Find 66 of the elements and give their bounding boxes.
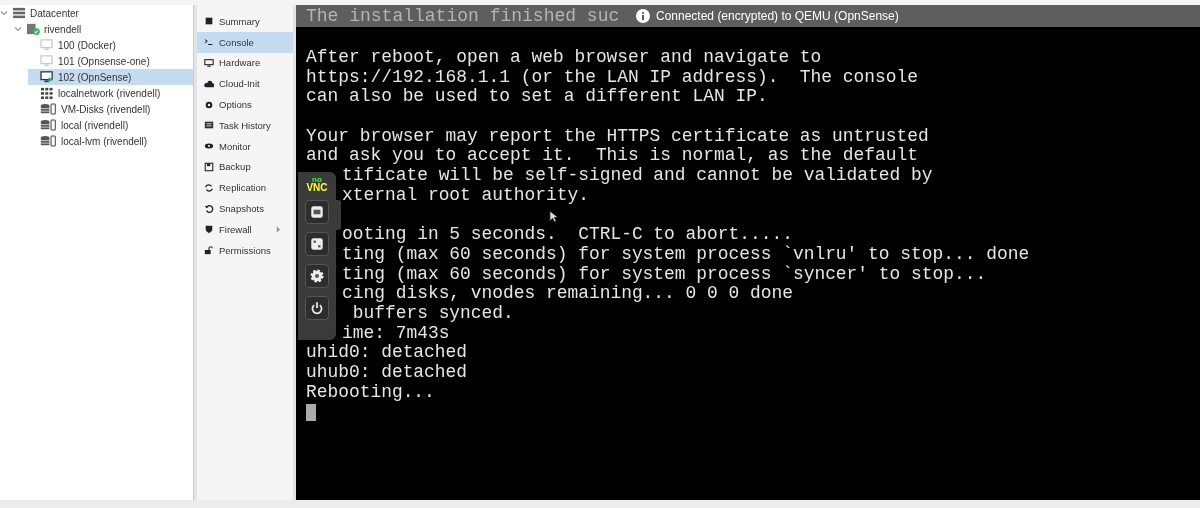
database-icon xyxy=(40,135,57,147)
tree-item[interactable]: rivendell xyxy=(14,21,193,37)
power-button[interactable] xyxy=(305,296,329,320)
tree-item[interactable]: 101 (Opnsense-one) xyxy=(28,53,193,69)
settings-icon xyxy=(309,268,325,284)
menu-item[interactable]: Permissions xyxy=(197,239,293,261)
menu-item[interactable]: Replication xyxy=(197,177,293,199)
menu-item[interactable]: Snapshots xyxy=(197,198,293,219)
cloud-icon xyxy=(204,78,214,89)
undo-icon xyxy=(204,203,214,214)
database-icon xyxy=(40,119,57,131)
console-line: and ask you to accept it. This is normal, as the default xyxy=(306,146,918,167)
dice-icon xyxy=(309,236,325,252)
unlock-icon xyxy=(204,245,214,256)
menu-item[interactable]: Options xyxy=(197,94,293,115)
power-icon xyxy=(309,300,325,316)
terminal-icon xyxy=(204,37,214,48)
vnc-logo: no VNC xyxy=(306,176,328,192)
console-line: can also be used to set a different LAN IP. xyxy=(306,87,768,108)
toolbar-handle[interactable] xyxy=(336,200,341,230)
menu-item[interactable]: Firewall xyxy=(197,218,293,240)
console-line: Your browser may report the HTTPS certificate as untrusted xyxy=(306,126,929,147)
text-cursor xyxy=(306,404,316,422)
menu-item[interactable]: Cloud-Init xyxy=(197,73,293,95)
server-icon xyxy=(12,7,26,19)
console-line: buffers synced. xyxy=(351,303,514,324)
list-icon xyxy=(204,120,214,131)
menu-item[interactable]: Console xyxy=(197,31,293,53)
console-line: ting (max 60 seconds) for system process `vnlru' to stop... done xyxy=(342,244,1030,265)
arrows-icon xyxy=(204,182,214,193)
database-icon xyxy=(40,103,57,115)
tree-item[interactable]: 102 (OpnSense) xyxy=(28,69,193,85)
console-line: uhid0: detached xyxy=(306,343,468,363)
menu-item[interactable]: Backup xyxy=(197,156,293,178)
tree-item[interactable]: local (rivendell) xyxy=(28,117,193,133)
console-line: https://192.168.1.1 (or the LAN IP address). The console xyxy=(306,67,918,88)
tree-item[interactable]: 100 (Docker) xyxy=(28,37,193,53)
node-icon xyxy=(26,23,40,35)
console-line: After reboot, open a web browser and navigate to xyxy=(306,48,822,68)
console-line: uhub0: detached xyxy=(306,363,468,383)
console-line: xternal root authority. xyxy=(342,185,589,206)
settings-button[interactable] xyxy=(305,264,329,288)
console-line: ime: 7m43s xyxy=(342,323,450,344)
keyboard-button[interactable] xyxy=(305,200,329,224)
console-line: The installation finished suc xyxy=(305,6,620,26)
keyboard-icon xyxy=(309,204,325,220)
grid-icon xyxy=(40,87,54,99)
console-line: ting (max 60 seconds) for system process `syncer' to stop... xyxy=(342,264,987,285)
console-line: cing disks, vnodes remaining... 0 0 0 done xyxy=(342,284,793,304)
tree-item[interactable]: VM-Disks (rivendell) xyxy=(28,101,193,117)
tree-item[interactable]: localnetwork (rivendell) xyxy=(28,85,193,101)
menu-item[interactable]: Summary xyxy=(197,11,293,32)
console-line: Rebooting... xyxy=(306,382,435,403)
console-line: tificate will be self-signed and cannot be validated by xyxy=(342,166,933,186)
tree-item[interactable]: Datacenter xyxy=(0,5,193,21)
floppy-icon xyxy=(204,161,214,172)
monitor-icon xyxy=(204,58,214,68)
tree-item[interactable]: local-lvm (rivendell) xyxy=(28,133,193,149)
menu-item[interactable]: Monitor xyxy=(197,135,293,157)
shield-icon xyxy=(204,224,214,235)
mouse-pointer-icon xyxy=(549,210,558,223)
menu-item[interactable]: Task History xyxy=(197,115,293,136)
extra-keys-button[interactable] xyxy=(305,232,329,256)
info-icon xyxy=(636,9,650,23)
menu-item[interactable]: Hardware xyxy=(197,52,293,74)
console-line: ooting in 5 seconds. CTRL-C to abort..... xyxy=(342,225,793,245)
